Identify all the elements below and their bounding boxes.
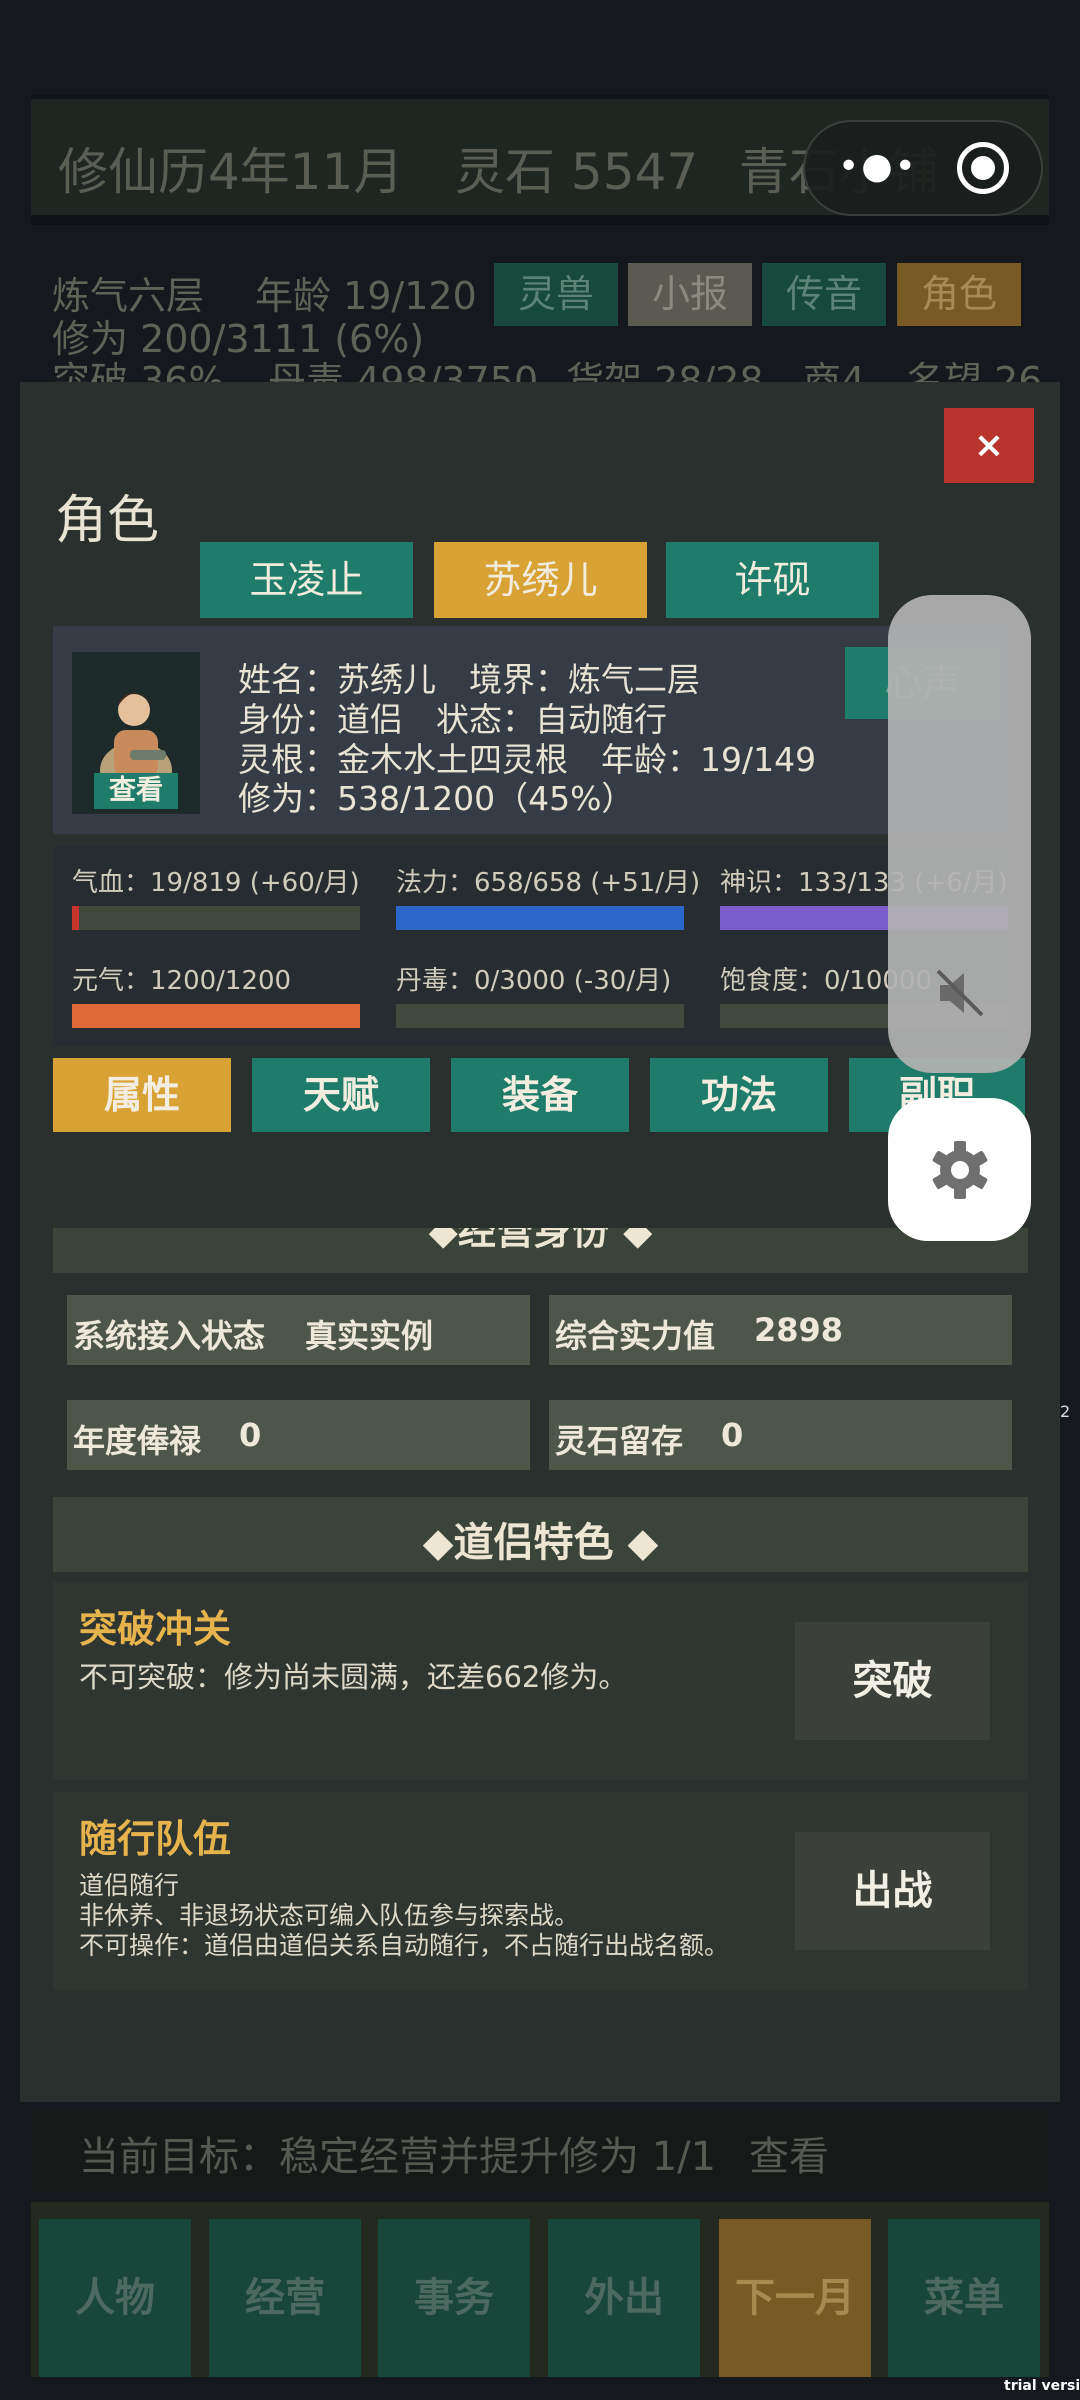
field-value: 2898 [754, 1311, 844, 1349]
feature-line: 不可操作：道侣由道侣关系自动随行，不占随行出战名额。 [79, 1931, 730, 1960]
section-title-business-identity: ◆经营身份 ◆ [428, 1228, 653, 1253]
tab-character-suxiuer[interactable]: 苏绣儿 [434, 542, 647, 618]
player-pill-toxin: 丹毒 498/3750 [268, 359, 539, 382]
feature-title: 随行队伍 [79, 1817, 232, 1861]
goal-view-link[interactable]: 查看 [749, 2124, 829, 2182]
deploy-button[interactable]: 出战 [795, 1832, 990, 1950]
spirit-stone-count: 灵石 5547 [455, 143, 699, 201]
close-target-dot [971, 156, 995, 180]
game-date: 修仙历4年11月 [58, 143, 404, 201]
tab-techniques[interactable]: 功法 [650, 1058, 828, 1132]
trial-version-watermark: trial version [1004, 2378, 1080, 2394]
stat-bar-mana [396, 906, 684, 930]
stat-label-mana: 法力：658/658 (+51/月) [396, 868, 701, 898]
tab-equipment[interactable]: 装备 [451, 1058, 629, 1132]
settings-button[interactable] [888, 1098, 1031, 1241]
spirit-beast-button[interactable]: 灵兽 [494, 263, 618, 326]
current-goal-bar: 当前目标：稳定经营并提升修为 1/1 查看 [31, 2110, 1049, 2192]
nav-affairs[interactable]: 事务 [378, 2219, 530, 2377]
modal-title: 角色 [55, 491, 160, 551]
more-dots-icon[interactable]: •●• [838, 146, 918, 187]
tab-character-xuyan[interactable]: 许砚 [666, 542, 879, 618]
field-system-access: 系统接入状态 真实实例 [67, 1295, 530, 1365]
field-label: 灵石留存 [555, 1422, 684, 1460]
stat-bar-pill-toxin [396, 1004, 684, 1028]
player-breakthrough: 突破 36% [52, 359, 225, 382]
stat-bar-vitality [72, 1004, 360, 1028]
field-label: 年度俸禄 [73, 1422, 202, 1460]
fame-value: 名望 26 [906, 359, 1043, 382]
feature-breakthrough: 突破冲关 不可突破：修为尚未圆满，还差662修为。 突破 [53, 1582, 1028, 1780]
nav-menu[interactable]: 菜单 [888, 2219, 1040, 2377]
stat-bar-hp [72, 906, 360, 930]
info-cultivation: 修为：538/1200（45%） [238, 779, 635, 818]
gear-icon [932, 1141, 988, 1199]
breakthrough-button[interactable]: 突破 [795, 1622, 990, 1740]
stat-label-pill-toxin: 丹毒：0/3000 (-30/月) [396, 966, 672, 996]
character-button[interactable]: 角色 [897, 263, 1021, 326]
tab-attributes[interactable]: 属性 [53, 1058, 231, 1132]
field-label: 系统接入状态 [73, 1317, 266, 1355]
merchant-level: 商4 [803, 359, 866, 382]
feature-desc: 不可突破：修为尚未圆满，还差662修为。 [79, 1660, 628, 1694]
goal-text: 当前目标：稳定经营并提升修为 1/1 [79, 2134, 717, 2180]
field-value: 0 [721, 1416, 744, 1454]
newspaper-button[interactable]: 小报 [628, 263, 752, 326]
field-label: 综合实力值 [555, 1317, 716, 1355]
field-annual-salary: 年度俸禄 0 [67, 1400, 530, 1470]
field-value: 0 [239, 1416, 262, 1454]
nav-go-out[interactable]: 外出 [548, 2219, 700, 2377]
nav-next-month[interactable]: 下一月 [719, 2219, 871, 2377]
field-overall-strength: 综合实力值 2898 [549, 1295, 1012, 1365]
field-stone-reserve: 灵石留存 0 [549, 1400, 1012, 1470]
feature-title: 突破冲关 [79, 1607, 232, 1651]
section-header-partner-features: ◆道侣特色 ◆ [53, 1497, 1028, 1572]
stat-label-vitality: 元气：1200/1200 [72, 966, 292, 996]
floating-control-panel [888, 595, 1031, 1073]
section-header-business-identity: ◆经营身份 ◆ [53, 1228, 1028, 1273]
feature-companion-team: 随行队伍 道侣随行 非休养、非退场状态可编入队伍参与探索战。 不可操作：道侣由道… [53, 1792, 1028, 1990]
tab-character-yulingzhi[interactable]: 玉凌止 [200, 542, 413, 618]
side-number: 2 [1060, 1402, 1071, 1421]
tab-talents[interactable]: 天赋 [252, 1058, 430, 1132]
close-button[interactable]: × [944, 408, 1034, 483]
shelf-count: 货架 28/28 [566, 359, 764, 382]
field-value: 真实实例 [305, 1317, 434, 1355]
nav-business[interactable]: 经营 [209, 2219, 361, 2377]
portrait-view-label[interactable]: 查看 [94, 773, 178, 809]
message-button[interactable]: 传音 [762, 263, 886, 326]
stat-label-hp: 气血：19/819 (+60/月) [72, 868, 360, 898]
section-title-partner-features: ◆道侣特色 ◆ [422, 1520, 659, 1566]
mute-icon[interactable] [932, 965, 988, 1021]
nav-character[interactable]: 人物 [39, 2219, 191, 2377]
bottom-nav: 人物 经营 事务 外出 下一月 菜单 [31, 2202, 1049, 2377]
